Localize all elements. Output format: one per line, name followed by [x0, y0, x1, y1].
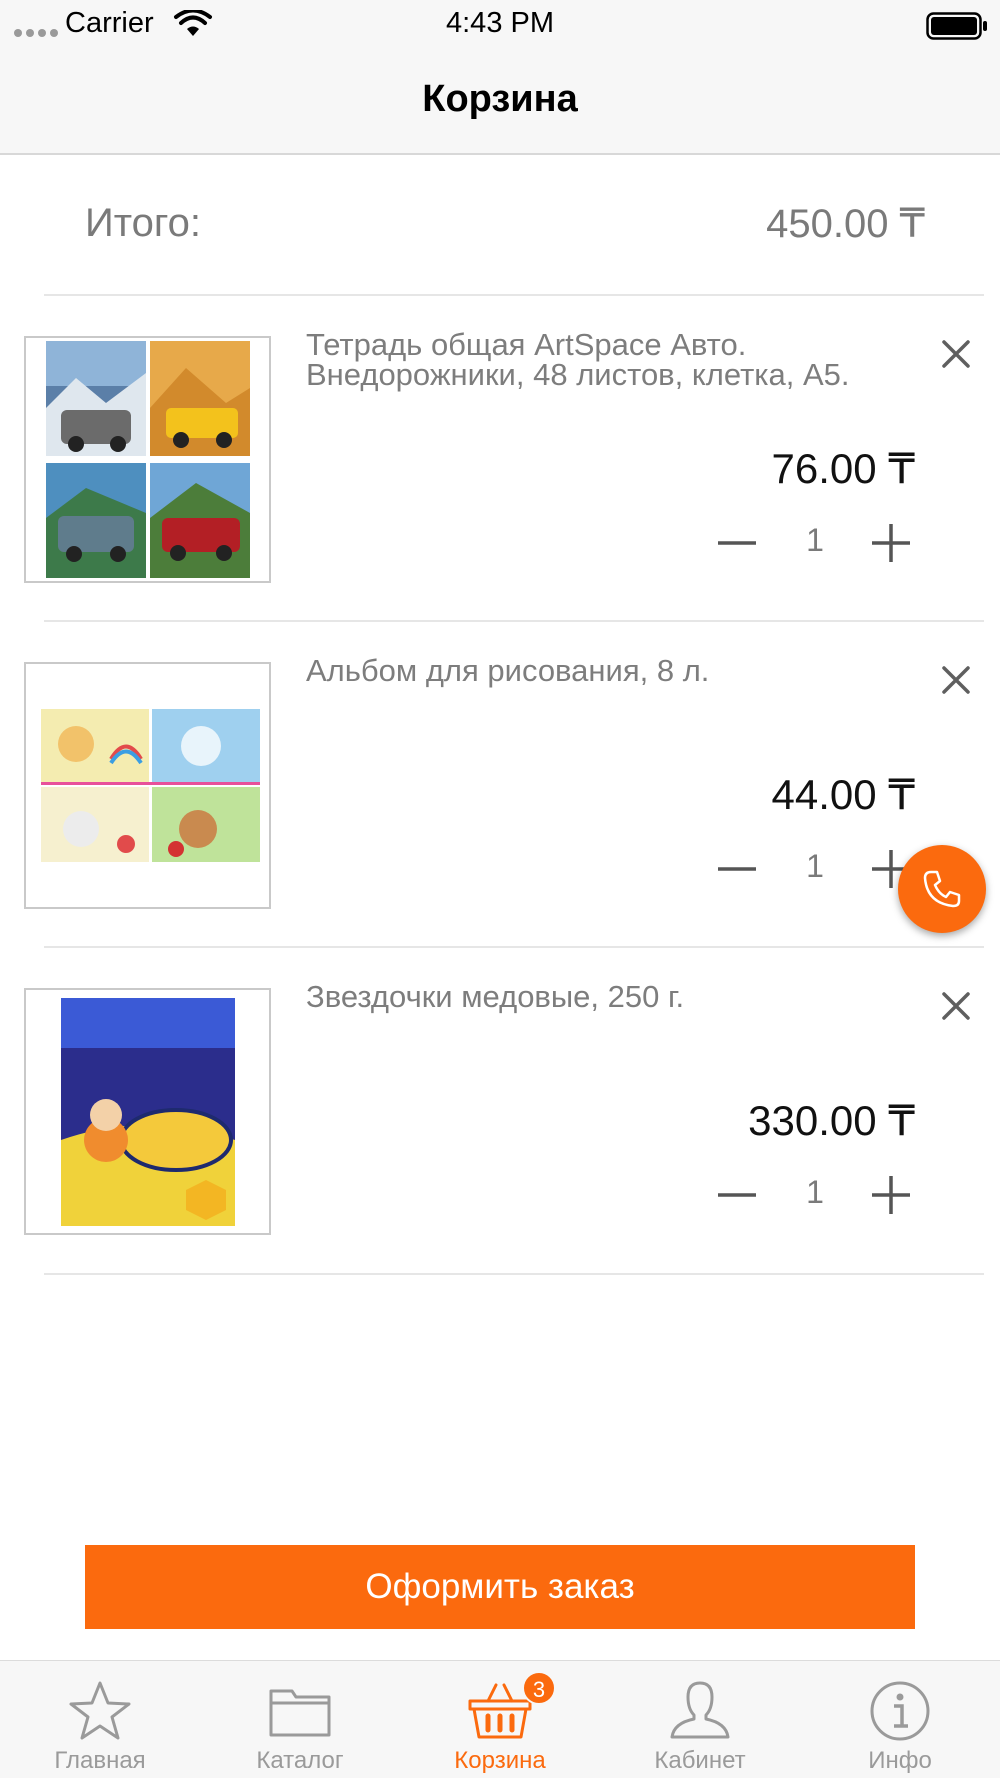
tab-catalog[interactable]: Каталог	[200, 1661, 400, 1778]
decrease-quantity-button[interactable]	[712, 518, 762, 568]
navigation-bar: Корзина	[0, 52, 1000, 155]
page-title: Корзина	[422, 78, 578, 120]
total-label: Итого:	[85, 201, 201, 245]
product-image-notebooks[interactable]	[24, 336, 271, 583]
cart-total-row: Итого: 450.00 ₸	[0, 155, 1000, 295]
phone-icon	[923, 870, 961, 908]
tab-cart[interactable]: 3 Корзина	[400, 1661, 600, 1778]
quantity-value: 1	[806, 522, 824, 558]
cart-item: Звездочки медовые, 250 г. 330.00 ₸ 1	[0, 948, 1000, 1273]
increase-quantity-button[interactable]	[866, 1170, 916, 1220]
cart-count-badge: 3	[522, 1671, 556, 1705]
decrease-quantity-button[interactable]	[712, 1170, 762, 1220]
tab-info[interactable]: Инфо	[800, 1661, 1000, 1778]
checkout-button[interactable]: Оформить заказ	[85, 1545, 915, 1629]
cart-item: Альбом для рисования, 8 л. 44.00 ₸ 1	[0, 622, 1000, 947]
quantity-value: 1	[806, 848, 824, 884]
tab-label: Главная	[54, 1747, 146, 1774]
remove-item-button[interactable]	[936, 660, 976, 700]
product-name[interactable]: Звездочки медовые, 250 г.	[306, 981, 876, 1012]
tab-label: Кабинет	[654, 1747, 746, 1774]
tab-home[interactable]: Главная	[0, 1661, 200, 1778]
tab-bar: Главная Каталог 3 Корзина Кабинет Инфо	[0, 1660, 1000, 1778]
quantity-value: 1	[806, 1174, 824, 1210]
status-time: 4:43 PM	[446, 7, 554, 39]
product-name[interactable]: Альбом для рисования, 8 л.	[306, 655, 876, 686]
status-bar: Carrier 4:43 PM	[0, 0, 1000, 52]
remove-item-button[interactable]	[936, 986, 976, 1026]
folder-icon	[269, 1689, 331, 1737]
product-name[interactable]: Тетрадь общая ArtSpace Авто. Внедорожник…	[306, 329, 876, 390]
divider	[44, 1273, 984, 1275]
star-icon	[69, 1681, 131, 1740]
increase-quantity-button[interactable]	[866, 518, 916, 568]
product-image-albums[interactable]	[24, 662, 271, 909]
product-image-cereal[interactable]	[24, 988, 271, 1235]
decrease-quantity-button[interactable]	[712, 844, 762, 894]
product-price: 76.00 ₸	[771, 445, 916, 492]
info-icon	[870, 1681, 930, 1741]
total-value: 450.00 ₸	[766, 202, 925, 246]
tab-label: Каталог	[256, 1747, 344, 1774]
remove-item-button[interactable]	[936, 334, 976, 374]
person-icon	[670, 1681, 730, 1739]
call-button[interactable]	[898, 845, 986, 933]
product-price: 44.00 ₸	[771, 771, 916, 818]
tab-label: Инфо	[868, 1747, 932, 1774]
tab-label: Корзина	[454, 1747, 546, 1774]
tab-account[interactable]: Кабинет	[600, 1661, 800, 1778]
cart-item: Тетрадь общая ArtSpace Авто. Внедорожник…	[0, 296, 1000, 621]
product-price: 330.00 ₸	[748, 1097, 915, 1144]
battery-icon	[926, 12, 987, 40]
